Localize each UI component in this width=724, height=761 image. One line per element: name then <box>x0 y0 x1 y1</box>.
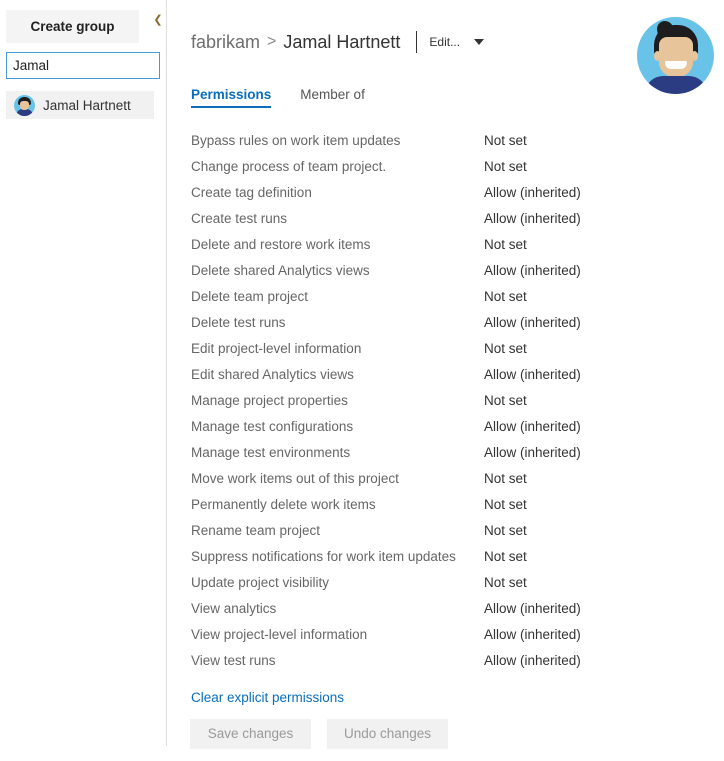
permission-value[interactable]: Not set <box>484 544 527 570</box>
permission-row: Change process of team project. Not set <box>191 154 701 180</box>
permission-value[interactable]: Not set <box>484 336 527 362</box>
permission-value[interactable]: Allow (inherited) <box>484 206 581 232</box>
permissions-list: Bypass rules on work item updates Not set… <box>191 128 701 674</box>
permission-value[interactable]: Not set <box>484 466 527 492</box>
permission-name: Create tag definition <box>191 185 312 200</box>
breadcrumb: fabrikam > Jamal Hartnett Edit... <box>191 28 485 56</box>
permission-value[interactable]: Not set <box>484 154 527 180</box>
permission-row: Manage project properties Not set <box>191 388 701 414</box>
permission-row: Manage test environments Allow (inherited… <box>191 440 701 466</box>
clear-explicit-permissions-link[interactable]: Clear explicit permissions <box>191 690 344 705</box>
tab-member-of[interactable]: Member of <box>300 87 365 106</box>
permission-row: Suppress notifications for work item upd… <box>191 544 701 570</box>
permission-row: Delete and restore work items Not set <box>191 232 701 258</box>
permission-value[interactable]: Not set <box>484 284 527 310</box>
permission-name: Delete team project <box>191 289 309 304</box>
permission-row: View analytics Allow (inherited) <box>191 596 701 622</box>
permission-value[interactable]: Allow (inherited) <box>484 440 581 466</box>
permission-value[interactable]: Allow (inherited) <box>484 596 581 622</box>
permission-value[interactable]: Not set <box>484 492 527 518</box>
chevron-left-icon[interactable]: ❮ <box>152 13 164 27</box>
permission-value[interactable]: Not set <box>484 232 527 258</box>
permission-name: Edit shared Analytics views <box>191 367 354 382</box>
permission-row: Delete team project Not set <box>191 284 701 310</box>
identity-list: Jamal Hartnett <box>6 91 154 119</box>
permission-row: Manage test configurations Allow (inherit… <box>191 414 701 440</box>
permission-row: Edit project-level information Not set <box>191 336 701 362</box>
save-changes-button[interactable]: Save changes <box>190 719 311 749</box>
permission-value[interactable]: Not set <box>484 388 527 414</box>
permission-value[interactable]: Allow (inherited) <box>484 258 581 284</box>
permission-value[interactable]: Allow (inherited) <box>484 622 581 648</box>
action-button-group: Save changes Undo changes <box>190 719 448 749</box>
breadcrumb-divider <box>416 31 418 53</box>
permission-value[interactable]: Allow (inherited) <box>484 362 581 388</box>
breadcrumb-separator: > <box>267 33 277 50</box>
permission-row: Rename team project Not set <box>191 518 701 544</box>
permission-name: Update project visibility <box>191 575 330 590</box>
permission-name: Permanently delete work items <box>191 497 376 512</box>
permission-row: View project-level information Allow (inh… <box>191 622 701 648</box>
permission-name: Delete test runs <box>191 315 286 330</box>
permission-row: Create test runs Allow (inherited) <box>191 206 701 232</box>
permission-row: View test runs Allow (inherited) <box>191 648 701 674</box>
permission-name: Delete shared Analytics views <box>191 263 370 278</box>
permission-row: Delete test runs Allow (inherited) <box>191 310 701 336</box>
edit-dropdown-button[interactable]: Edit... <box>429 35 485 49</box>
permission-value[interactable]: Not set <box>484 518 527 544</box>
permission-row: Create tag definition Allow (inherited) <box>191 180 701 206</box>
tab-bar: Permissions Member of <box>191 87 365 108</box>
permission-name: Delete and restore work items <box>191 237 371 252</box>
breadcrumb-organization[interactable]: fabrikam <box>191 32 260 53</box>
permission-name: Rename team project <box>191 523 321 538</box>
tab-permissions[interactable]: Permissions <box>191 87 272 108</box>
search-input[interactable] <box>6 52 160 79</box>
main-panel: fabrikam > Jamal Hartnett Edit... Permis… <box>167 0 724 761</box>
list-item[interactable]: Jamal Hartnett <box>6 91 154 119</box>
identity-name: Jamal Hartnett <box>43 97 131 113</box>
permission-row: Move work items out of this project Not s… <box>191 466 701 492</box>
permission-name: Suppress notifications for work item upd… <box>191 549 456 564</box>
identity-sidebar: Create group ❮ Jamal Hartnett <box>0 0 166 761</box>
permission-value[interactable]: Not set <box>484 570 527 596</box>
permission-name: Manage test environments <box>191 445 351 460</box>
create-group-button[interactable]: Create group <box>6 10 139 43</box>
permission-row: Permanently delete work items Not set <box>191 492 701 518</box>
permission-name: View analytics <box>191 601 277 616</box>
undo-changes-button[interactable]: Undo changes <box>327 719 448 749</box>
permission-value[interactable]: Allow (inherited) <box>484 414 581 440</box>
user-avatar-icon <box>14 94 35 116</box>
permission-name: Move work items out of this project <box>191 471 399 486</box>
permission-value[interactable]: Allow (inherited) <box>484 648 581 674</box>
permission-row: Bypass rules on work item updates Not set <box>191 128 701 154</box>
page-title: Jamal Hartnett <box>283 31 401 52</box>
permission-name: Bypass rules on work item updates <box>191 133 401 148</box>
permission-name: Manage test configurations <box>191 419 354 434</box>
permission-name: View project-level information <box>191 627 368 642</box>
permission-row: Edit shared Analytics views Allow (inheri… <box>191 362 701 388</box>
edit-dropdown-label: Edit... <box>429 35 461 49</box>
permission-name: View test runs <box>191 653 276 668</box>
permission-value[interactable]: Not set <box>484 128 527 154</box>
permission-name: Change process of team project. <box>191 159 387 174</box>
chevron-down-icon <box>474 39 485 45</box>
permission-name: Manage project properties <box>191 393 348 408</box>
permission-value[interactable]: Allow (inherited) <box>484 180 581 206</box>
permission-row: Delete shared Analytics views Allow (inhe… <box>191 258 701 284</box>
permission-value[interactable]: Allow (inherited) <box>484 310 581 336</box>
permission-name: Create test runs <box>191 211 288 226</box>
permission-row: Update project visibility Not set <box>191 570 701 596</box>
permission-name: Edit project-level information <box>191 341 362 356</box>
